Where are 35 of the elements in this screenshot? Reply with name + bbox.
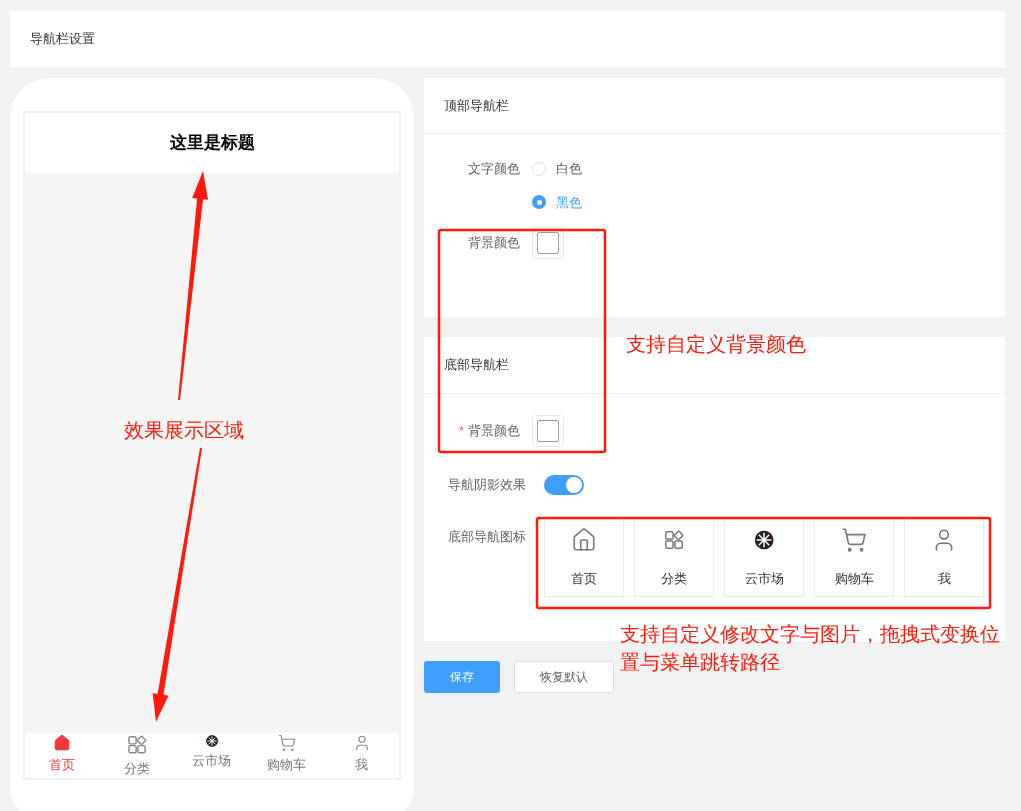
annotation-text: 支持自定义背景颜色: [626, 332, 806, 357]
color-picker[interactable]: [532, 415, 564, 447]
cart-icon: [841, 527, 867, 553]
reset-button[interactable]: 恢复默认: [514, 661, 614, 693]
nav-icon-tile[interactable]: 分类: [634, 517, 714, 597]
nav-icon-tile[interactable]: 云市场: [724, 517, 804, 597]
wheel-icon: [753, 529, 775, 551]
field-label: 背景颜色: [467, 234, 521, 253]
field-label: 导航阴影效果: [447, 476, 527, 495]
home-icon: [53, 734, 72, 752]
color-picker[interactable]: [532, 227, 564, 259]
tabbar-item[interactable]: 首页: [25, 733, 100, 778]
toggle-switch[interactable]: [544, 475, 584, 495]
cart-icon: [277, 734, 296, 752]
tabbar-item[interactable]: 分类: [99, 733, 175, 778]
nav-icon-tile[interactable]: 首页: [544, 517, 624, 597]
tabbar-item[interactable]: 云市场: [174, 733, 250, 778]
section-title: 顶部导航栏: [444, 96, 509, 115]
tabbar-item[interactable]: 我: [324, 733, 399, 778]
page-title: 导航栏设置: [30, 30, 95, 49]
field-label: 背景颜色: [468, 422, 520, 441]
section-title: 底部导航栏: [444, 356, 509, 375]
required-mark: *: [458, 422, 464, 441]
grid-icon: [663, 529, 685, 551]
radio-option[interactable]: 白色: [532, 159, 582, 179]
annotation-text: 效果展示区域: [124, 418, 244, 443]
field-label: 文字颜色: [467, 160, 521, 178]
phone-title: 这里是标题: [169, 132, 255, 155]
field-label: 底部导航图标: [447, 528, 527, 546]
home-icon: [571, 527, 597, 553]
annotation-text: 支持自定义修改文字与图片，拖拽式变换位置与菜单跳转路径: [620, 622, 1001, 675]
grid-icon: [126, 734, 149, 756]
nav-icon-tile[interactable]: 我: [904, 517, 984, 597]
tabbar-item[interactable]: 购物车: [249, 733, 325, 778]
nav-icon-tile[interactable]: 购物车: [814, 517, 894, 597]
